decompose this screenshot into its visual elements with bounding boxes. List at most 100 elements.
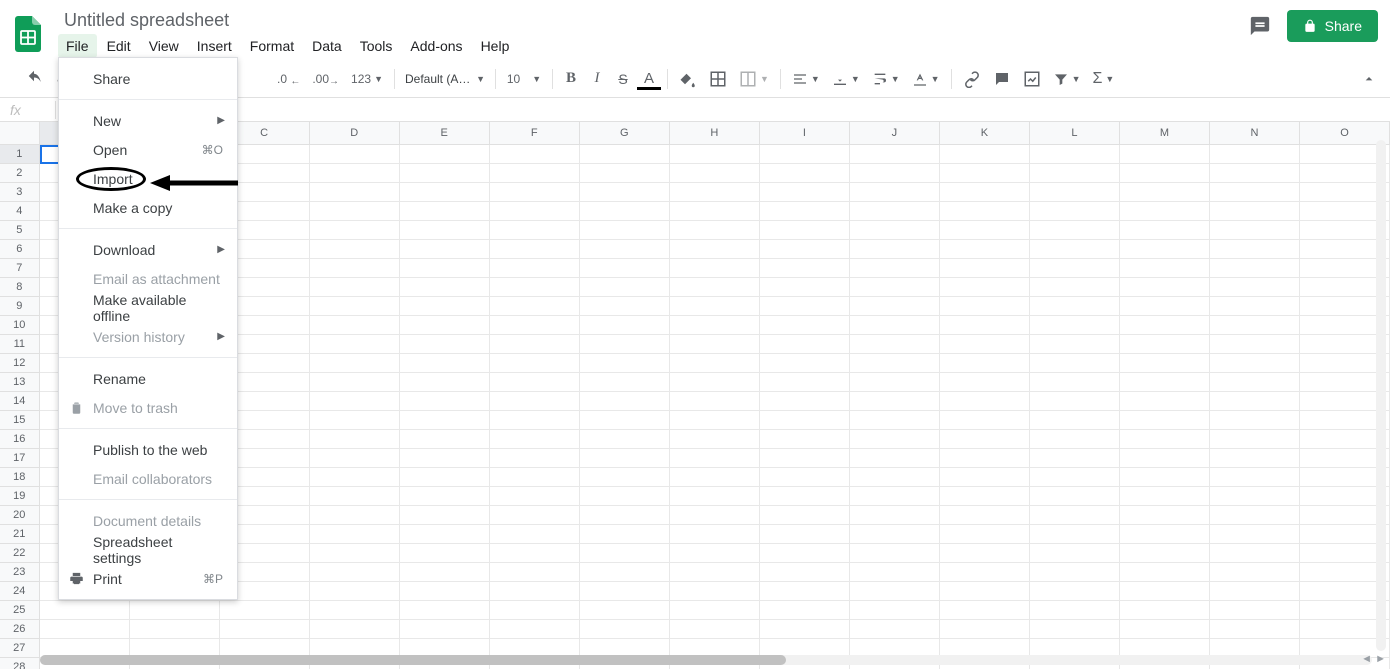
cell[interactable] (1120, 506, 1210, 525)
cell[interactable] (1120, 278, 1210, 297)
cell[interactable] (850, 582, 940, 601)
row-header[interactable]: 19 (0, 487, 40, 506)
row-header[interactable]: 4 (0, 202, 40, 221)
cell[interactable] (760, 278, 850, 297)
strikethrough-button[interactable]: S (611, 66, 635, 92)
row-header[interactable]: 13 (0, 373, 40, 392)
cell[interactable] (400, 544, 490, 563)
cell[interactable] (940, 582, 1030, 601)
cell[interactable] (1210, 183, 1300, 202)
col-header[interactable]: H (670, 122, 760, 144)
cell[interactable] (1210, 164, 1300, 183)
cell[interactable] (760, 164, 850, 183)
cell[interactable] (580, 240, 670, 259)
merge-cells-button[interactable]: ▼ (734, 66, 774, 92)
cell[interactable] (940, 468, 1030, 487)
text-wrap-button[interactable]: ▼ (867, 66, 905, 92)
cell[interactable] (580, 544, 670, 563)
cell[interactable] (1120, 525, 1210, 544)
row-header[interactable]: 11 (0, 335, 40, 354)
cell[interactable] (580, 354, 670, 373)
cell[interactable] (940, 259, 1030, 278)
row-header[interactable]: 17 (0, 449, 40, 468)
number-format-button[interactable]: 123▼ (346, 66, 388, 92)
cell[interactable] (760, 430, 850, 449)
cell[interactable] (1030, 240, 1120, 259)
cell[interactable] (490, 411, 580, 430)
cell[interactable] (760, 468, 850, 487)
cell[interactable] (130, 601, 220, 620)
cell[interactable] (940, 563, 1030, 582)
font-size-select[interactable]: 10▼ (502, 66, 546, 92)
cell[interactable] (850, 563, 940, 582)
cell[interactable] (670, 563, 760, 582)
file-download[interactable]: Download▶ (59, 235, 237, 264)
cell[interactable] (490, 145, 580, 164)
cell[interactable] (490, 620, 580, 639)
menu-data[interactable]: Data (304, 34, 350, 58)
cell[interactable] (1030, 354, 1120, 373)
cell[interactable] (580, 278, 670, 297)
cell[interactable] (850, 202, 940, 221)
italic-button[interactable]: I (585, 66, 609, 92)
cell[interactable] (670, 373, 760, 392)
undo-button[interactable] (20, 66, 48, 92)
cell[interactable] (310, 221, 400, 240)
cell[interactable] (580, 145, 670, 164)
cell[interactable] (1030, 411, 1120, 430)
cell[interactable] (310, 373, 400, 392)
cell[interactable] (1210, 240, 1300, 259)
cell[interactable] (490, 202, 580, 221)
cell[interactable] (670, 544, 760, 563)
cell[interactable] (940, 392, 1030, 411)
row-header[interactable]: 27 (0, 639, 40, 658)
cell[interactable] (400, 202, 490, 221)
cell[interactable] (400, 582, 490, 601)
cell[interactable] (670, 392, 760, 411)
cell[interactable] (1210, 449, 1300, 468)
cell[interactable] (490, 601, 580, 620)
row-header[interactable]: 25 (0, 601, 40, 620)
cell[interactable] (1120, 164, 1210, 183)
cell[interactable] (1030, 430, 1120, 449)
cell[interactable] (580, 183, 670, 202)
cell[interactable] (1210, 278, 1300, 297)
cell[interactable] (940, 145, 1030, 164)
cell[interactable] (40, 620, 130, 639)
cell[interactable] (1120, 487, 1210, 506)
cell[interactable] (940, 373, 1030, 392)
file-rename[interactable]: Rename (59, 364, 237, 393)
cell[interactable] (670, 525, 760, 544)
cell[interactable] (490, 506, 580, 525)
cell[interactable] (760, 411, 850, 430)
cell[interactable] (670, 164, 760, 183)
cell[interactable] (310, 544, 400, 563)
cell[interactable] (310, 449, 400, 468)
cell[interactable] (1120, 582, 1210, 601)
cell[interactable] (1030, 259, 1120, 278)
menu-format[interactable]: Format (242, 34, 302, 58)
cell[interactable] (310, 411, 400, 430)
insert-comment-button[interactable] (988, 66, 1016, 92)
col-header[interactable]: N (1210, 122, 1300, 144)
cell[interactable] (310, 392, 400, 411)
collapse-toolbar-button[interactable] (1356, 66, 1382, 92)
col-header[interactable]: G (580, 122, 670, 144)
cell[interactable] (1030, 544, 1120, 563)
row-header[interactable]: 8 (0, 278, 40, 297)
cell[interactable] (490, 221, 580, 240)
cell[interactable] (310, 582, 400, 601)
cell[interactable] (760, 183, 850, 202)
cell[interactable] (1030, 392, 1120, 411)
vertical-align-button[interactable]: ▼ (827, 66, 865, 92)
cell[interactable] (760, 297, 850, 316)
cell[interactable] (310, 354, 400, 373)
cell[interactable] (490, 164, 580, 183)
cell[interactable] (940, 164, 1030, 183)
col-header[interactable]: D (310, 122, 400, 144)
cell[interactable] (580, 335, 670, 354)
menu-addons[interactable]: Add-ons (402, 34, 470, 58)
cell[interactable] (940, 544, 1030, 563)
cell[interactable] (850, 354, 940, 373)
cell[interactable] (580, 202, 670, 221)
